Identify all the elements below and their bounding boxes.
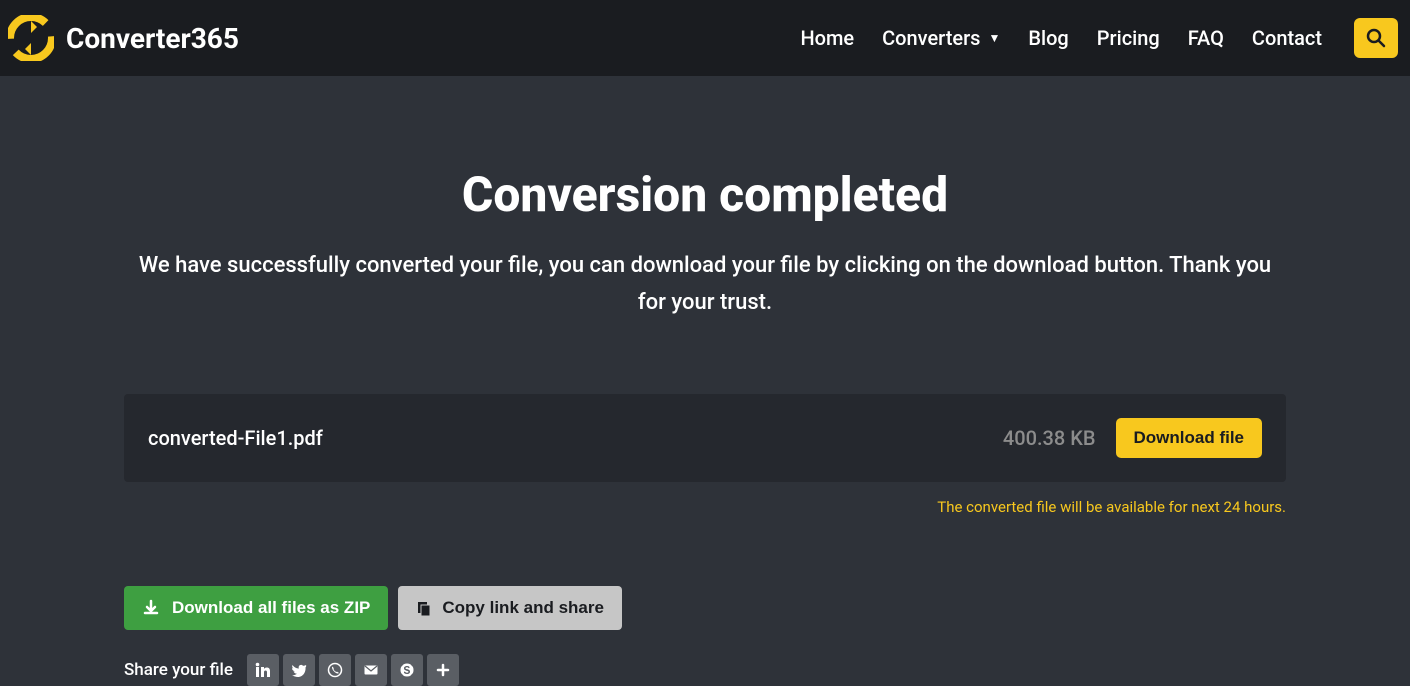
twitter-icon — [291, 662, 307, 678]
chevron-down-icon: ▼ — [988, 31, 1000, 45]
page-subtitle: We have successfully converted your file… — [124, 247, 1286, 322]
nav-contact[interactable]: Contact — [1252, 26, 1322, 50]
share-label: Share your file — [124, 660, 233, 680]
share-row: Share your file — [124, 654, 1286, 686]
zip-button-label: Download all files as ZIP — [172, 598, 370, 618]
search-icon — [1366, 28, 1386, 48]
skype-icon — [399, 662, 415, 678]
copy-button-label: Copy link and share — [442, 598, 604, 618]
share-skype-button[interactable] — [391, 654, 423, 686]
main-header: Converter365 Home Converters ▼ Blog Pric… — [0, 0, 1410, 76]
share-buttons — [247, 654, 459, 686]
logo-icon — [8, 15, 54, 61]
copy-icon — [416, 600, 432, 616]
logo-container[interactable]: Converter365 — [8, 15, 239, 61]
email-icon — [363, 662, 379, 678]
availability-text: The converted file will be available for… — [124, 498, 1286, 516]
whatsapp-icon — [327, 662, 343, 678]
nav-blog[interactable]: Blog — [1028, 26, 1068, 50]
main-content: Conversion completed We have successfull… — [0, 76, 1410, 686]
download-icon — [142, 599, 160, 617]
linkedin-icon — [255, 662, 271, 678]
nav-converters-label: Converters — [882, 26, 980, 50]
nav-pricing[interactable]: Pricing — [1097, 26, 1160, 50]
nav-converters[interactable]: Converters ▼ — [882, 26, 1000, 50]
file-row-right: 400.38 KB Download file — [1003, 418, 1262, 458]
page-title: Conversion completed — [124, 166, 1286, 223]
file-row: converted-File1.pdf 400.38 KB Download f… — [124, 394, 1286, 482]
download-zip-button[interactable]: Download all files as ZIP — [124, 586, 388, 630]
actions-row: Download all files as ZIP Copy link and … — [124, 586, 1286, 630]
share-linkedin-button[interactable] — [247, 654, 279, 686]
file-name: converted-File1.pdf — [148, 426, 323, 450]
nav-faq[interactable]: FAQ — [1188, 26, 1224, 50]
share-twitter-button[interactable] — [283, 654, 315, 686]
logo-text: Converter365 — [66, 22, 239, 55]
copy-link-button[interactable]: Copy link and share — [398, 586, 622, 630]
search-button[interactable] — [1354, 18, 1398, 58]
share-whatsapp-button[interactable] — [319, 654, 351, 686]
main-nav: Home Converters ▼ Blog Pricing FAQ Conta… — [800, 18, 1398, 58]
share-email-button[interactable] — [355, 654, 387, 686]
share-more-button[interactable] — [427, 654, 459, 686]
plus-icon — [436, 663, 450, 677]
nav-home[interactable]: Home — [800, 26, 854, 50]
file-size: 400.38 KB — [1003, 426, 1096, 450]
download-file-button[interactable]: Download file — [1116, 418, 1263, 458]
